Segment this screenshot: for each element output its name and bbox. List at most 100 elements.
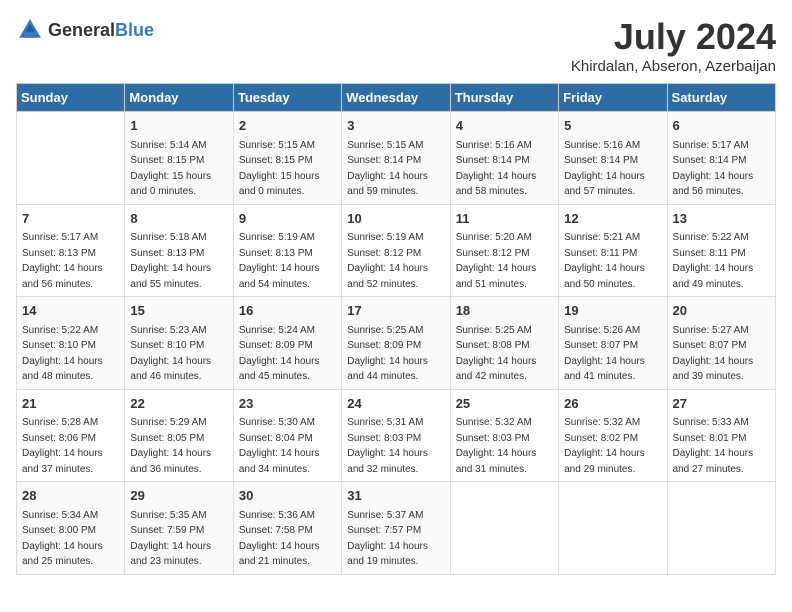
day-info: Sunrise: 5:17 AM Sunset: 8:14 PM Dayligh…	[673, 138, 770, 200]
logo-icon	[16, 16, 44, 44]
weekday-header-tuesday: Tuesday	[233, 84, 341, 112]
day-info: Sunrise: 5:18 AM Sunset: 8:13 PM Dayligh…	[130, 230, 227, 292]
day-number: 13	[673, 209, 770, 229]
day-number: 30	[239, 486, 336, 506]
day-number: 20	[673, 301, 770, 321]
day-number: 31	[347, 486, 444, 506]
calendar-cell: 2Sunrise: 5:15 AM Sunset: 8:15 PM Daylig…	[233, 112, 341, 205]
calendar-cell: 29Sunrise: 5:35 AM Sunset: 7:59 PM Dayli…	[125, 482, 233, 575]
day-info: Sunrise: 5:27 AM Sunset: 8:07 PM Dayligh…	[673, 323, 770, 385]
day-number: 5	[564, 116, 661, 136]
calendar-cell: 12Sunrise: 5:21 AM Sunset: 8:11 PM Dayli…	[559, 204, 667, 297]
day-number: 11	[456, 209, 553, 229]
weekday-header-monday: Monday	[125, 84, 233, 112]
day-info: Sunrise: 5:37 AM Sunset: 7:57 PM Dayligh…	[347, 508, 444, 570]
week-row-4: 21Sunrise: 5:28 AM Sunset: 8:06 PM Dayli…	[17, 389, 776, 482]
weekday-header-friday: Friday	[559, 84, 667, 112]
day-info: Sunrise: 5:19 AM Sunset: 8:12 PM Dayligh…	[347, 230, 444, 292]
day-info: Sunrise: 5:36 AM Sunset: 7:58 PM Dayligh…	[239, 508, 336, 570]
calendar-cell	[450, 482, 558, 575]
week-row-3: 14Sunrise: 5:22 AM Sunset: 8:10 PM Dayli…	[17, 297, 776, 390]
day-number: 22	[130, 394, 227, 414]
weekday-header-saturday: Saturday	[667, 84, 775, 112]
day-number: 17	[347, 301, 444, 321]
day-number: 19	[564, 301, 661, 321]
calendar-cell: 9Sunrise: 5:19 AM Sunset: 8:13 PM Daylig…	[233, 204, 341, 297]
day-info: Sunrise: 5:21 AM Sunset: 8:11 PM Dayligh…	[564, 230, 661, 292]
day-number: 8	[130, 209, 227, 229]
calendar-cell: 26Sunrise: 5:32 AM Sunset: 8:02 PM Dayli…	[559, 389, 667, 482]
day-number: 9	[239, 209, 336, 229]
logo-text-blue: Blue	[115, 20, 154, 40]
day-number: 3	[347, 116, 444, 136]
calendar-cell: 4Sunrise: 5:16 AM Sunset: 8:14 PM Daylig…	[450, 112, 558, 205]
calendar-cell: 25Sunrise: 5:32 AM Sunset: 8:03 PM Dayli…	[450, 389, 558, 482]
calendar-cell: 20Sunrise: 5:27 AM Sunset: 8:07 PM Dayli…	[667, 297, 775, 390]
calendar-cell: 19Sunrise: 5:26 AM Sunset: 8:07 PM Dayli…	[559, 297, 667, 390]
day-info: Sunrise: 5:34 AM Sunset: 8:00 PM Dayligh…	[22, 508, 119, 570]
calendar-table: SundayMondayTuesdayWednesdayThursdayFrid…	[16, 83, 776, 575]
day-info: Sunrise: 5:29 AM Sunset: 8:05 PM Dayligh…	[130, 415, 227, 477]
day-info: Sunrise: 5:22 AM Sunset: 8:10 PM Dayligh…	[22, 323, 119, 385]
week-row-2: 7Sunrise: 5:17 AM Sunset: 8:13 PM Daylig…	[17, 204, 776, 297]
day-info: Sunrise: 5:16 AM Sunset: 8:14 PM Dayligh…	[456, 138, 553, 200]
week-row-5: 28Sunrise: 5:34 AM Sunset: 8:00 PM Dayli…	[17, 482, 776, 575]
logo-text-general: General	[48, 20, 115, 40]
day-number: 23	[239, 394, 336, 414]
day-number: 28	[22, 486, 119, 506]
day-number: 14	[22, 301, 119, 321]
calendar-cell: 3Sunrise: 5:15 AM Sunset: 8:14 PM Daylig…	[342, 112, 450, 205]
day-info: Sunrise: 5:25 AM Sunset: 8:09 PM Dayligh…	[347, 323, 444, 385]
day-info: Sunrise: 5:33 AM Sunset: 8:01 PM Dayligh…	[673, 415, 770, 477]
day-number: 6	[673, 116, 770, 136]
day-info: Sunrise: 5:17 AM Sunset: 8:13 PM Dayligh…	[22, 230, 119, 292]
day-number: 29	[130, 486, 227, 506]
day-info: Sunrise: 5:16 AM Sunset: 8:14 PM Dayligh…	[564, 138, 661, 200]
weekday-header-row: SundayMondayTuesdayWednesdayThursdayFrid…	[17, 84, 776, 112]
calendar-cell: 17Sunrise: 5:25 AM Sunset: 8:09 PM Dayli…	[342, 297, 450, 390]
calendar-cell: 27Sunrise: 5:33 AM Sunset: 8:01 PM Dayli…	[667, 389, 775, 482]
weekday-header-sunday: Sunday	[17, 84, 125, 112]
calendar-cell: 31Sunrise: 5:37 AM Sunset: 7:57 PM Dayli…	[342, 482, 450, 575]
week-row-1: 1Sunrise: 5:14 AM Sunset: 8:15 PM Daylig…	[17, 112, 776, 205]
day-number: 1	[130, 116, 227, 136]
calendar-cell: 10Sunrise: 5:19 AM Sunset: 8:12 PM Dayli…	[342, 204, 450, 297]
day-info: Sunrise: 5:35 AM Sunset: 7:59 PM Dayligh…	[130, 508, 227, 570]
day-number: 15	[130, 301, 227, 321]
calendar-cell: 1Sunrise: 5:14 AM Sunset: 8:15 PM Daylig…	[125, 112, 233, 205]
calendar-cell: 30Sunrise: 5:36 AM Sunset: 7:58 PM Dayli…	[233, 482, 341, 575]
month-title: July 2024	[571, 16, 776, 58]
day-number: 18	[456, 301, 553, 321]
calendar-cell: 28Sunrise: 5:34 AM Sunset: 8:00 PM Dayli…	[17, 482, 125, 575]
day-info: Sunrise: 5:22 AM Sunset: 8:11 PM Dayligh…	[673, 230, 770, 292]
calendar-cell: 18Sunrise: 5:25 AM Sunset: 8:08 PM Dayli…	[450, 297, 558, 390]
weekday-header-wednesday: Wednesday	[342, 84, 450, 112]
day-info: Sunrise: 5:32 AM Sunset: 8:03 PM Dayligh…	[456, 415, 553, 477]
calendar-cell: 23Sunrise: 5:30 AM Sunset: 8:04 PM Dayli…	[233, 389, 341, 482]
calendar-cell	[559, 482, 667, 575]
day-number: 21	[22, 394, 119, 414]
day-info: Sunrise: 5:26 AM Sunset: 8:07 PM Dayligh…	[564, 323, 661, 385]
day-info: Sunrise: 5:15 AM Sunset: 8:14 PM Dayligh…	[347, 138, 444, 200]
day-number: 26	[564, 394, 661, 414]
day-info: Sunrise: 5:15 AM Sunset: 8:15 PM Dayligh…	[239, 138, 336, 200]
calendar-cell: 5Sunrise: 5:16 AM Sunset: 8:14 PM Daylig…	[559, 112, 667, 205]
calendar-cell: 22Sunrise: 5:29 AM Sunset: 8:05 PM Dayli…	[125, 389, 233, 482]
title-block: July 2024 Khirdalan, Abseron, Azerbaijan	[571, 16, 776, 75]
weekday-header-thursday: Thursday	[450, 84, 558, 112]
day-number: 7	[22, 209, 119, 229]
day-number: 16	[239, 301, 336, 321]
day-info: Sunrise: 5:30 AM Sunset: 8:04 PM Dayligh…	[239, 415, 336, 477]
calendar-cell: 15Sunrise: 5:23 AM Sunset: 8:10 PM Dayli…	[125, 297, 233, 390]
day-info: Sunrise: 5:32 AM Sunset: 8:02 PM Dayligh…	[564, 415, 661, 477]
location-title: Khirdalan, Abseron, Azerbaijan	[571, 58, 776, 75]
day-number: 25	[456, 394, 553, 414]
day-number: 24	[347, 394, 444, 414]
calendar-cell: 21Sunrise: 5:28 AM Sunset: 8:06 PM Dayli…	[17, 389, 125, 482]
day-info: Sunrise: 5:28 AM Sunset: 8:06 PM Dayligh…	[22, 415, 119, 477]
day-number: 10	[347, 209, 444, 229]
day-info: Sunrise: 5:31 AM Sunset: 8:03 PM Dayligh…	[347, 415, 444, 477]
calendar-cell: 13Sunrise: 5:22 AM Sunset: 8:11 PM Dayli…	[667, 204, 775, 297]
calendar-cell: 24Sunrise: 5:31 AM Sunset: 8:03 PM Dayli…	[342, 389, 450, 482]
page-header: GeneralBlue July 2024 Khirdalan, Abseron…	[16, 16, 776, 75]
